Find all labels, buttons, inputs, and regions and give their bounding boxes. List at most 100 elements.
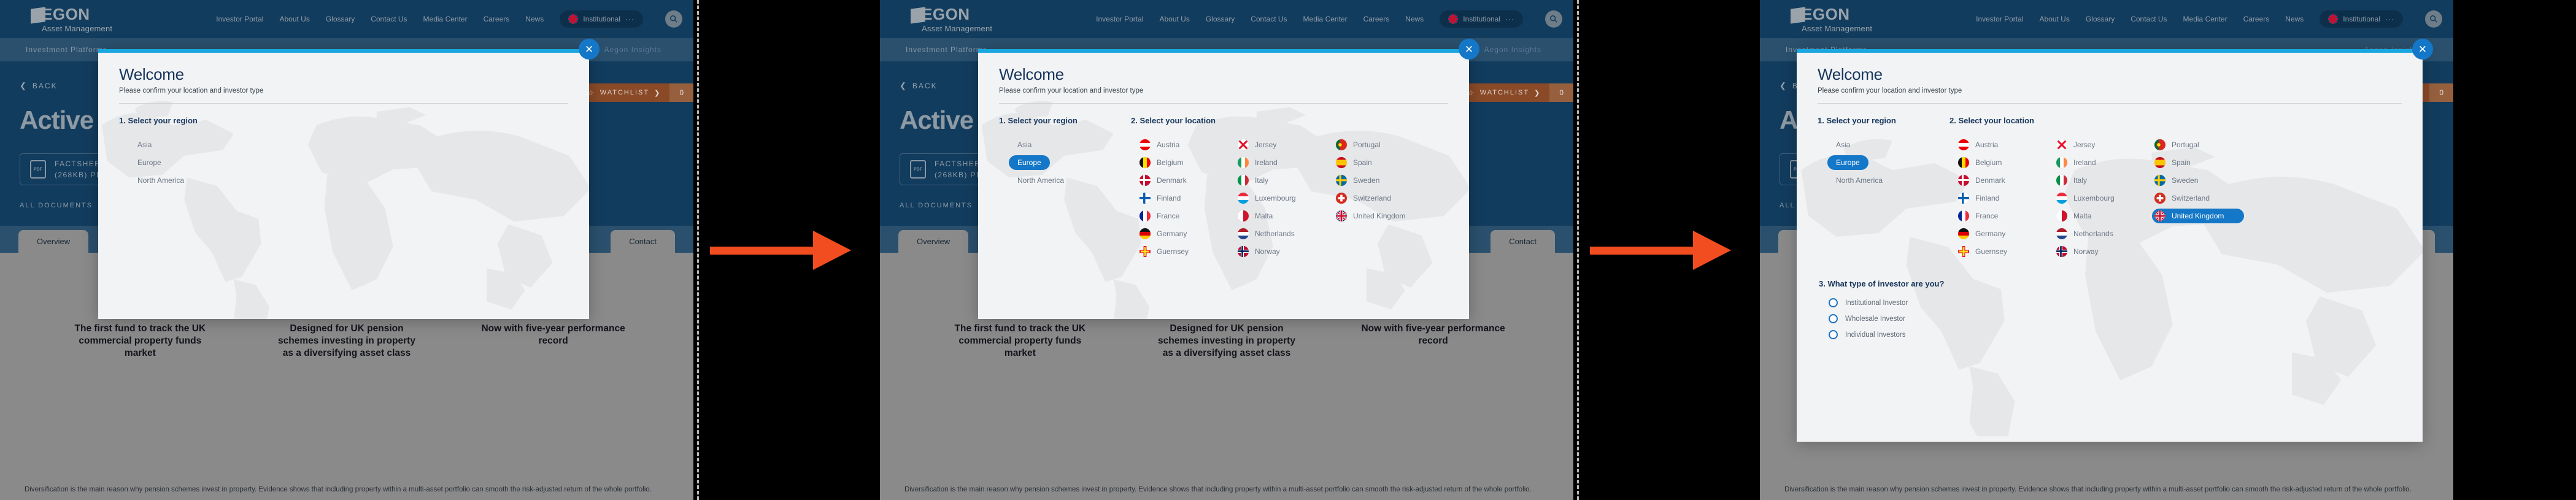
nav-item-about-us[interactable]: About Us	[2039, 15, 2069, 23]
nav-item-glossary[interactable]: Glossary	[1206, 15, 1235, 23]
logo[interactable]: EGON Asset Management	[911, 6, 992, 33]
region-option-europe[interactable]: Europe	[129, 155, 170, 170]
all-documents-link[interactable]: ALL DOCUMENTS ❯	[900, 201, 984, 210]
location-option-luxembourg[interactable]: Luxembourg	[2054, 191, 2146, 206]
region-option-north-america[interactable]: North America	[1009, 173, 1073, 188]
nav-item-news[interactable]: News	[1405, 15, 1424, 23]
radio-icon[interactable]	[1829, 314, 1838, 323]
location-option-ireland[interactable]: Ireland	[1235, 155, 1327, 170]
panel-step-1: EGON Asset Management Investor Portal Ab…	[0, 0, 693, 500]
region-option-north-america[interactable]: North America	[1827, 173, 1891, 188]
investor-option-individual[interactable]: Individual Investors	[1829, 330, 2402, 339]
location-option-denmark[interactable]: Denmark	[1956, 173, 2048, 188]
nav-item-about-us[interactable]: About Us	[1159, 15, 1189, 23]
location-option-malta[interactable]: Malta	[2054, 209, 2146, 223]
location-option-malta[interactable]: Malta	[1235, 209, 1327, 223]
nav-item-contact-us[interactable]: Contact Us	[1251, 15, 1287, 23]
location-option-france[interactable]: France	[1137, 209, 1229, 223]
search-icon[interactable]	[2425, 10, 2442, 28]
location-option-spain[interactable]: Spain	[1333, 155, 1425, 170]
location-option-portugal[interactable]: Portugal	[1333, 137, 1425, 152]
nav-item-careers[interactable]: Careers	[2243, 15, 2270, 23]
nav-item-glossary[interactable]: Glossary	[2086, 15, 2115, 23]
nav-item-careers[interactable]: Careers	[484, 15, 510, 23]
region-option-europe[interactable]: Europe	[1009, 155, 1050, 170]
nav-item-news[interactable]: News	[525, 15, 544, 23]
radio-icon[interactable]	[1829, 330, 1838, 339]
location-label: Italy	[1255, 176, 1269, 185]
nav-item-media-center[interactable]: Media Center	[423, 15, 468, 23]
logo[interactable]: EGON Asset Management	[31, 6, 112, 33]
location-option-netherlands[interactable]: Netherlands	[1235, 226, 1327, 241]
location-option-finland[interactable]: Finland	[1956, 191, 2048, 206]
nav-item-contact-us[interactable]: Contact Us	[2131, 15, 2167, 23]
location-option-united-kingdom[interactable]: United Kingdom	[1333, 209, 1425, 223]
location-option-guernsey[interactable]: Guernsey	[1956, 244, 2048, 259]
location-option-denmark[interactable]: Denmark	[1137, 173, 1229, 188]
tab-overview[interactable]: Overview	[898, 230, 969, 253]
subnav-item-investment-platforms[interactable]: Investment Platforms	[26, 45, 107, 54]
location-option-austria[interactable]: Austria	[1956, 137, 2048, 152]
location-option-luxembourg[interactable]: Luxembourg	[1235, 191, 1327, 206]
nav-item-contact-us[interactable]: Contact Us	[371, 15, 407, 23]
location-option-germany[interactable]: Germany	[1137, 226, 1229, 241]
tab-contact[interactable]: Contact	[1490, 230, 1555, 253]
investor-option-wholesale[interactable]: Wholesale Investor	[1829, 314, 2402, 323]
location-option-united-kingdom[interactable]: United Kingdom	[2152, 209, 2244, 223]
all-documents-link[interactable]: ALL DOCUMENTS ❯	[20, 201, 104, 210]
region-option-asia[interactable]: Asia	[1827, 137, 1859, 152]
location-option-germany[interactable]: Germany	[1956, 226, 2048, 241]
location-option-sweden[interactable]: Sweden	[1333, 173, 1425, 188]
back-button[interactable]: ❮ BACK	[900, 81, 938, 91]
location-option-netherlands[interactable]: Netherlands	[2054, 226, 2146, 241]
nav-item-investor-portal[interactable]: Investor Portal	[1096, 15, 1143, 23]
watchlist-button[interactable]: ☆ WATCHLIST ❯ 0	[576, 83, 693, 102]
tab-overview[interactable]: Overview	[18, 230, 89, 253]
location-option-norway[interactable]: Norway	[2054, 244, 2146, 259]
nav-item-investor-portal[interactable]: Investor Portal	[216, 15, 263, 23]
nav-item-media-center[interactable]: Media Center	[2183, 15, 2227, 23]
location-option-austria[interactable]: Austria	[1137, 137, 1229, 152]
location-option-italy[interactable]: Italy	[1235, 173, 1327, 188]
location-option-norway[interactable]: Norway	[1235, 244, 1327, 259]
location-option-switzerland[interactable]: Switzerland	[2152, 191, 2244, 206]
investor-option-institutional[interactable]: Institutional Investor	[1829, 298, 2402, 307]
radio-icon[interactable]	[1829, 298, 1838, 307]
nav-item-media-center[interactable]: Media Center	[1303, 15, 1348, 23]
investor-type-pill[interactable]: Institutional ···	[2320, 10, 2403, 28]
region-option-north-america[interactable]: North America	[129, 173, 193, 188]
nav-item-investor-portal[interactable]: Investor Portal	[1976, 15, 2023, 23]
watchlist-button[interactable]: ☆ WATCHLIST ❯ 0	[1456, 83, 1573, 102]
location-option-finland[interactable]: Finland	[1137, 191, 1229, 206]
location-option-portugal[interactable]: Portugal	[2152, 137, 2244, 152]
region-option-europe[interactable]: Europe	[1827, 155, 1868, 170]
location-option-italy[interactable]: Italy	[2054, 173, 2146, 188]
tab-contact[interactable]: Contact	[611, 230, 675, 253]
subnav-item-aegon-insights[interactable]: Aegon Insights	[604, 45, 661, 54]
nav-item-careers[interactable]: Careers	[1363, 15, 1390, 23]
location-option-spain[interactable]: Spain	[2152, 155, 2244, 170]
investor-type-pill[interactable]: Institutional ···	[1440, 10, 1523, 28]
location-label: Portugal	[2172, 140, 2199, 149]
subnav-item-investment-platforms[interactable]: Investment Platforms	[906, 45, 987, 54]
location-option-guernsey[interactable]: Guernsey	[1137, 244, 1229, 259]
nav-item-about-us[interactable]: About Us	[279, 15, 309, 23]
logo[interactable]: EGON Asset Management	[1791, 6, 1872, 33]
nav-item-glossary[interactable]: Glossary	[326, 15, 355, 23]
region-option-asia[interactable]: Asia	[129, 137, 160, 152]
location-option-belgium[interactable]: Belgium	[1137, 155, 1229, 170]
subnav-item-aegon-insights[interactable]: Aegon Insights	[1484, 45, 1541, 54]
location-option-france[interactable]: France	[1956, 209, 2048, 223]
search-icon[interactable]	[665, 10, 682, 28]
back-button[interactable]: ❮ BACK	[20, 81, 58, 91]
location-option-belgium[interactable]: Belgium	[1956, 155, 2048, 170]
investor-type-pill[interactable]: Institutional ···	[560, 10, 643, 28]
location-option-ireland[interactable]: Ireland	[2054, 155, 2146, 170]
region-option-asia[interactable]: Asia	[1009, 137, 1040, 152]
search-icon[interactable]	[1545, 10, 1562, 28]
location-option-sweden[interactable]: Sweden	[2152, 173, 2244, 188]
location-option-jersey[interactable]: Jersey	[1235, 137, 1327, 152]
nav-item-news[interactable]: News	[2285, 15, 2304, 23]
location-option-switzerland[interactable]: Switzerland	[1333, 191, 1425, 206]
location-option-jersey[interactable]: Jersey	[2054, 137, 2146, 152]
